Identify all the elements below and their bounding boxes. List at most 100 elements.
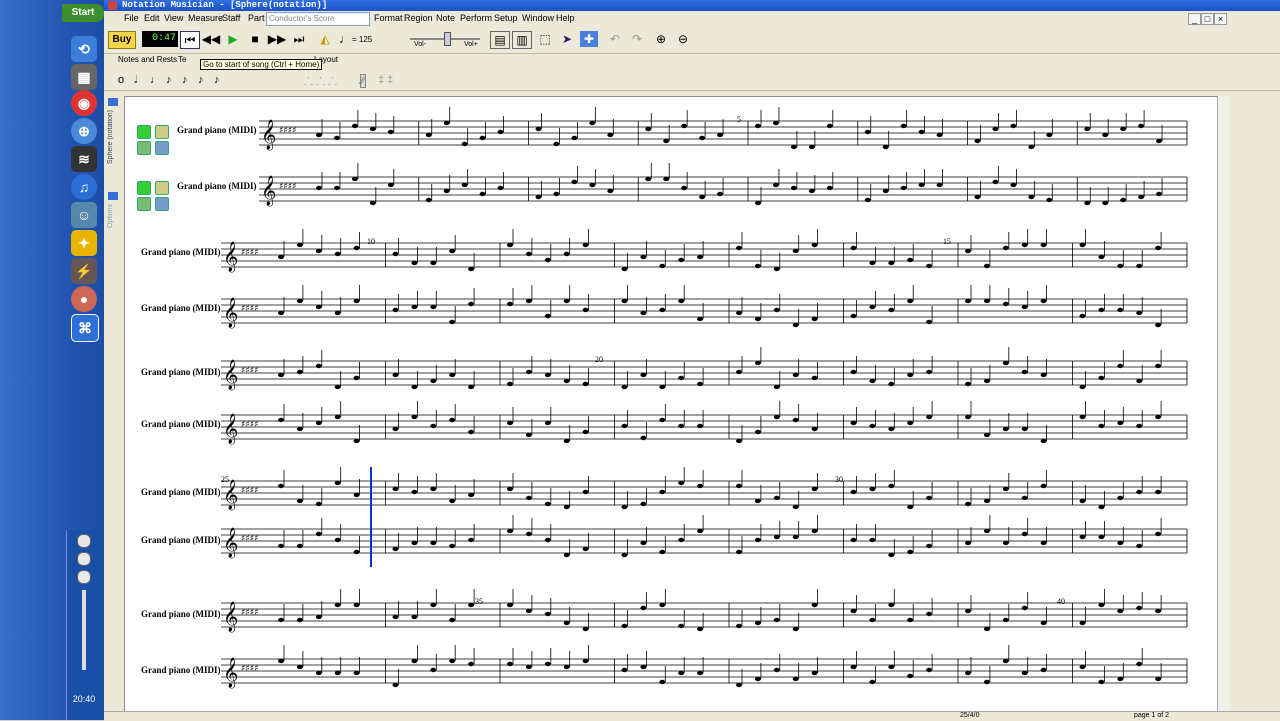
note-head [334,670,341,676]
menu-staff[interactable]: Staff [222,13,240,23]
note-head [525,664,532,670]
menu-part[interactable]: Part [248,13,265,23]
note-head [811,486,818,492]
zoom-in-icon[interactable]: ⊕ [652,31,670,47]
note-head [640,310,647,316]
pointer-tool-icon[interactable]: ➤ [558,31,576,47]
ie-icon[interactable]: ⟲ [71,36,97,62]
scroll-view-icon[interactable]: ▥ [512,31,532,49]
beam-tool-icon[interactable]: ‡ ‡ [378,74,393,86]
tooltip: Go to start of song (Ctrl + Home) [200,59,323,70]
menu-file[interactable]: File [124,13,139,23]
part2-volume-icon[interactable] [155,181,169,195]
menu-view[interactable]: View [164,13,183,23]
fast-forward-icon[interactable]: ▶▶ [268,31,286,47]
go-to-end-icon[interactable]: ⏭ [290,31,308,47]
metronome-icon[interactable]: ◭ [316,31,334,47]
note-head [699,135,706,141]
tab-notes-rests[interactable]: Notes and Rests [118,55,177,64]
vertical-scrollbar[interactable] [1217,96,1230,712]
app-icon[interactable]: ⌘ [71,314,99,342]
note-head [869,260,876,266]
tempo-value[interactable]: = 125 [352,35,372,44]
thirtysecond-note-icon[interactable]: ♪ [198,74,204,86]
menu-format[interactable]: Format [374,13,403,23]
winamp-icon[interactable]: ⚡ [71,258,97,284]
note-head [544,501,551,507]
close-button[interactable]: × [1214,13,1227,25]
chrome-icon[interactable]: ◉ [71,90,97,116]
buy-button[interactable]: Buy [108,31,136,49]
note-head [864,129,871,135]
play-icon[interactable]: ▶ [224,31,242,47]
note-head [392,372,399,378]
part-volume-icon[interactable] [155,125,169,139]
add-tool-icon[interactable]: ✚ [580,31,598,47]
volume-thumb[interactable] [444,32,451,46]
audio-icon[interactable]: ≋ [71,146,97,172]
note-head [678,257,685,263]
tray-down-icon[interactable] [77,570,91,584]
whole-note-icon[interactable]: o [118,74,124,86]
half-note-icon[interactable]: 𝅗𝅥 [134,74,138,87]
sixteenth-note-icon[interactable]: ♪ [182,74,188,86]
note-head [1102,132,1109,138]
quarter-note-icon[interactable]: ♩ [150,74,161,86]
firefox-icon[interactable]: ● [71,286,97,312]
part2-mute-icon[interactable] [137,181,151,195]
menu-region[interactable]: Region [404,13,433,23]
note-head [1117,608,1124,614]
tray-play-icon[interactable] [77,552,91,566]
tab-text[interactable]: Te [178,55,186,64]
note-head [754,537,761,543]
sixtyfourth-note-icon[interactable]: ♪ [214,74,220,86]
note-head [1002,486,1009,492]
note-head [907,504,914,510]
note-head [353,602,360,608]
go-to-start-icon[interactable]: ⏮ [180,31,200,49]
menu-measure[interactable]: Measure [188,13,223,23]
menu-help[interactable]: Help [556,13,575,23]
start-button[interactable]: Start [62,4,104,22]
messenger-icon[interactable]: ☺ [71,202,97,228]
stop-icon[interactable]: ■ [246,31,264,47]
maximize-button[interactable]: □ [1201,13,1214,25]
note-head [754,620,761,626]
score-canvas[interactable]: 𝄞 ♯♯♯♯𝄞 ♯♯♯♯𝄞 ♯♯♯♯𝄞 ♯♯♯♯𝄞 ♯♯♯♯𝄞 ♯♯♯♯𝄞 ♯♯♯♯𝄞 ♯♯♯♯… [125,97,1217,713]
aim-icon[interactable]: ✦ [71,230,97,256]
note-head [754,498,761,504]
note-head [369,126,376,132]
tie-tool-icon[interactable]: ⁄⁄ [360,74,366,88]
note-head [888,552,895,558]
menu-note[interactable]: Note [436,13,455,23]
tray-up-icon[interactable] [77,534,91,548]
menu-setup[interactable]: Setup [494,13,518,23]
globe-icon[interactable]: ⊕ [71,118,97,144]
note-head [334,602,341,608]
menu-edit[interactable]: Edit [144,13,160,23]
redo-icon[interactable]: ↷ [628,31,646,47]
note-head [449,248,456,254]
part2-record-icon[interactable] [155,197,169,211]
menu-perform[interactable]: Perform [460,13,492,23]
eighth-note-icon[interactable]: ♪ [166,74,172,86]
part-solo-icon[interactable] [137,141,151,155]
rest-tools-icon[interactable]: ⸫ ⸫ ⸫ [304,74,337,89]
drive-icon[interactable]: ▦ [71,64,97,90]
menu-window[interactable]: Window [522,13,554,23]
page-view-icon[interactable]: ▤ [490,31,510,49]
volume-slider[interactable] [82,590,86,670]
minimize-button[interactable]: _ [1188,13,1201,25]
select-region-icon[interactable]: ⬚ [536,31,554,47]
rewind-icon[interactable]: ◀◀ [202,31,220,47]
part-selector[interactable]: Conductor's Score [266,12,370,26]
note-head [850,664,857,670]
staff-label: Grand piano (MIDI) [141,535,221,545]
part-record-icon[interactable] [155,141,169,155]
part-mute-icon[interactable] [137,125,151,139]
itunes-icon[interactable]: ♫ [71,174,97,200]
zoom-out-icon[interactable]: ⊖ [674,31,692,47]
part2-solo-icon[interactable] [137,197,151,211]
note-head [525,369,532,375]
undo-icon[interactable]: ↶ [606,31,624,47]
